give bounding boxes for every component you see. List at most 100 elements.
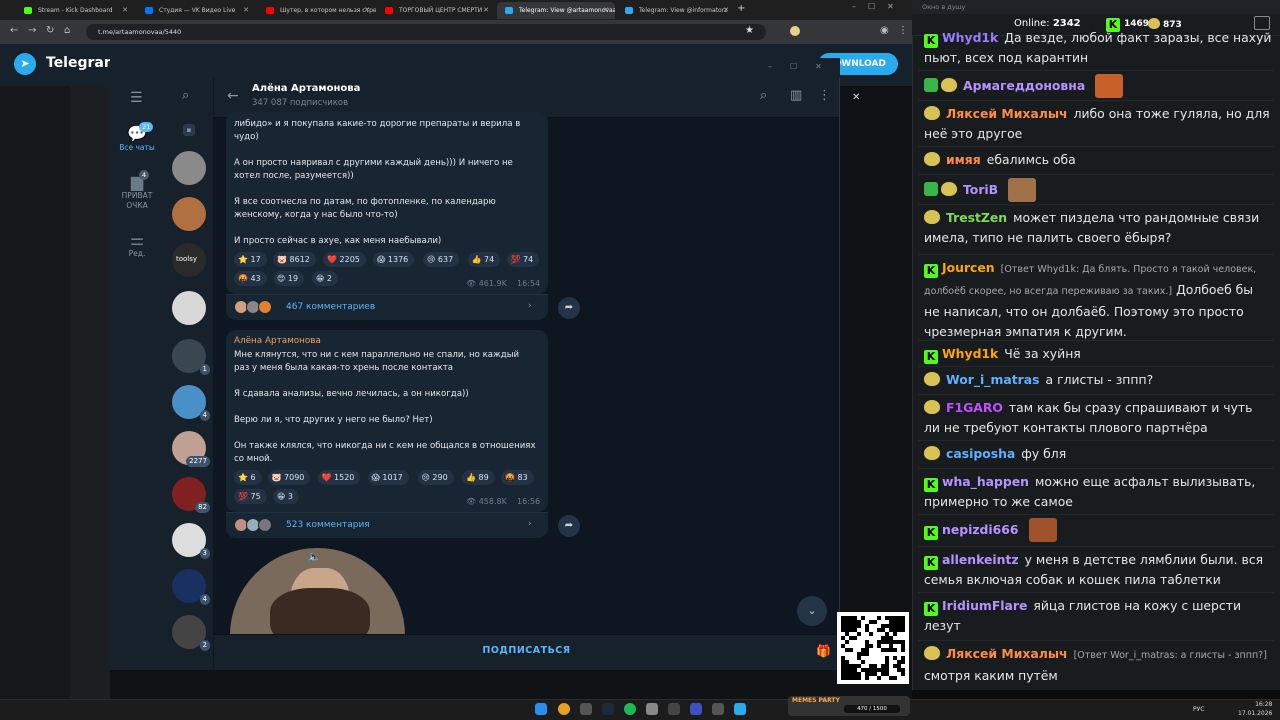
folder-edit[interactable]: ⚌ Ред. (114, 230, 160, 258)
comments-link[interactable]: 467 комментариев (286, 302, 375, 312)
reaction-pill[interactable]: ❤️ 2205 (323, 252, 366, 267)
chat-username[interactable]: Whyd1k (942, 346, 998, 361)
browser-tab[interactable]: Stream - Kick Dashboard ✕ (16, 2, 134, 19)
profile-icon[interactable]: ◉ (880, 25, 889, 36)
chat-avatar[interactable] (172, 197, 206, 231)
subscribe-button[interactable]: ПОДПИСАТЬСЯ (214, 645, 839, 656)
hamburger-menu-icon[interactable]: ☰ (130, 90, 143, 106)
app-icon[interactable] (690, 703, 702, 715)
reaction-pill[interactable]: 😍 19 (273, 271, 305, 286)
reload-icon[interactable]: ↻ (46, 25, 54, 36)
comments-link[interactable]: 523 комментария (286, 520, 370, 530)
chat-avatar[interactable] (172, 291, 206, 325)
chat-username[interactable]: nepizdi666 (942, 522, 1019, 537)
reaction-pill[interactable]: 😱 1017 (367, 470, 409, 485)
chat-avatar[interactable]: 1 (172, 339, 210, 375)
app-icon[interactable] (668, 703, 680, 715)
tab-close-icon[interactable]: ✕ (483, 2, 489, 19)
reaction-pill[interactable]: 😁 3 (273, 489, 299, 504)
reaction-pill[interactable]: 🤬 83 (501, 470, 534, 485)
chat-avatar[interactable] (172, 151, 206, 185)
reaction-pill[interactable]: ⭐ 17 (234, 252, 267, 267)
muted-speaker-icon[interactable]: 🔈 (308, 552, 320, 563)
extension-icon[interactable] (790, 26, 800, 36)
reaction-pill[interactable]: 😢 290 (417, 470, 454, 485)
bookmark-star-icon[interactable]: ★ (745, 25, 754, 36)
chat-username[interactable]: Ляксей Михалыч (946, 646, 1068, 661)
tab-close-icon[interactable]: ✕ (122, 2, 128, 19)
spotify-icon[interactable] (624, 703, 636, 715)
file-explorer-icon[interactable] (580, 703, 592, 715)
message-author[interactable]: Алёна Артамонова (234, 336, 321, 346)
back-arrow-icon[interactable]: ← (227, 88, 239, 104)
reaction-pill[interactable]: 😱 1376 (373, 252, 415, 267)
app-icon[interactable] (712, 703, 724, 715)
chat-avatar[interactable]: 2 (172, 615, 210, 651)
scroll-down-button[interactable]: ⌄ (797, 596, 827, 626)
chat-avatar[interactable]: 4 (172, 385, 210, 421)
chat-username[interactable]: casiposha (946, 446, 1015, 461)
channel-title[interactable]: Алёна Артамонова (252, 83, 360, 94)
browser-tab[interactable]: Студия — VK Видео Live ✕ (137, 2, 255, 19)
more-options-icon[interactable]: ⋮ (818, 88, 831, 103)
folder-all-chats[interactable]: 💬 21 Все чаты (114, 122, 160, 152)
chat-username[interactable]: allenkeintz (942, 552, 1019, 567)
tab-close-icon[interactable]: ✕ (364, 2, 370, 19)
chat-username[interactable]: Jourcen (942, 260, 995, 275)
chat-avatar[interactable]: 3 (172, 523, 210, 559)
saved-messages-icon[interactable]: ▪ (183, 124, 195, 136)
comments-bar[interactable] (226, 294, 548, 320)
new-tab-button[interactable]: + (737, 3, 745, 14)
chat-avatar[interactable]: 82 (172, 477, 210, 513)
reaction-pill[interactable]: 🤬 43 (234, 271, 267, 286)
reaction-pill[interactable]: 🐷 7090 (267, 470, 311, 485)
browser-tab[interactable]: Telegram: View @artaamonovaa ✕ (497, 2, 615, 19)
input-language[interactable]: РУС (1193, 706, 1204, 713)
address-bar[interactable]: t.me/artaamonovaa/5440 (86, 24, 766, 40)
gift-icon[interactable]: 🎁 (816, 644, 831, 658)
tab-close-icon[interactable]: ✕ (243, 2, 249, 19)
chat-username[interactable]: IridiumFlare (942, 598, 1027, 613)
browser-menu-icon[interactable]: ⋮ (898, 25, 908, 36)
chat-username[interactable]: wha_happen (942, 474, 1029, 489)
search-chats-icon[interactable]: ⌕ (182, 88, 189, 103)
comments-bar[interactable] (226, 512, 548, 538)
clock[interactable]: 16:28 17.01.2026 (1238, 700, 1272, 718)
start-icon[interactable] (535, 703, 547, 715)
chat-username[interactable]: Whyd1k (942, 30, 998, 45)
app-icon[interactable] (646, 703, 658, 715)
share-button[interactable]: ➦ (558, 297, 580, 319)
reaction-pill[interactable]: 😢 637 (423, 252, 460, 267)
reaction-pill[interactable]: 😁 2 (312, 271, 338, 286)
reaction-pill[interactable]: ⭐ 6 (234, 470, 262, 485)
chrome-icon[interactable] (558, 703, 570, 715)
search-icon[interactable]: ⌕ (760, 88, 767, 103)
chat-avatar[interactable]: 2277 (172, 431, 210, 467)
chat-username[interactable]: Ляксей Михалыч (946, 106, 1068, 121)
browser-tab[interactable]: ТОРГОВЫЙ ЦЕНТР СМЕРТИ - ✕ (377, 2, 495, 19)
telegram-window-controls[interactable]: –☐✕ (768, 62, 840, 71)
browser-window-controls[interactable]: –☐✕ (852, 2, 906, 11)
browser-tab[interactable]: Telegram: View @informatorz ✕ (617, 2, 735, 19)
chat-username[interactable]: имяя (946, 152, 981, 167)
chat-avatar[interactable]: 4 (172, 569, 210, 605)
browser-tab[interactable]: Шутер, в котором нельзя стре ✕ (258, 2, 376, 19)
chat-username[interactable]: TrestZen (946, 210, 1007, 225)
folder-private[interactable]: ▆ 4 ПРИВАТ ОЧКА (114, 170, 160, 211)
telegram-taskbar-icon[interactable] (734, 703, 746, 715)
tab-close-icon[interactable]: ✕ (723, 2, 729, 19)
sidebar-toggle-icon[interactable]: ▥ (790, 88, 802, 103)
reaction-pill[interactable]: 💯 75 (234, 489, 267, 504)
chat-username[interactable]: F1GARO (946, 400, 1003, 415)
close-icon[interactable]: ✕ (852, 92, 860, 103)
reaction-pill[interactable]: 💯 74 (506, 252, 540, 267)
chat-username[interactable]: Армагеддоновна (963, 78, 1085, 93)
steam-icon[interactable] (602, 703, 614, 715)
forward-icon[interactable]: → (28, 25, 36, 36)
chat-username[interactable]: Wor_i_matras (946, 372, 1040, 387)
chat-avatar[interactable]: toolsy (172, 243, 206, 277)
reaction-pill[interactable]: 👍 74 (467, 252, 501, 267)
tab-close-icon[interactable]: ✕ (603, 2, 609, 19)
reaction-pill[interactable]: 👍 89 (462, 470, 495, 485)
reaction-pill[interactable]: 🐷 8612 (273, 252, 316, 267)
